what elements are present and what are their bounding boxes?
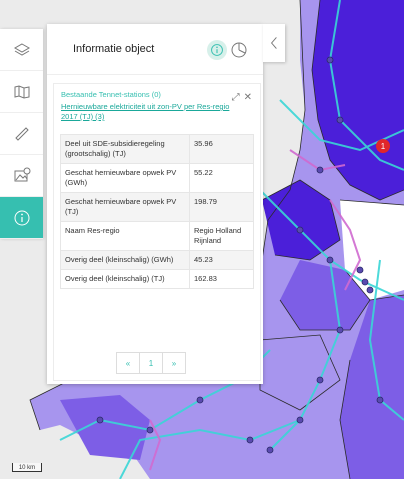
chevron-left-icon [270, 37, 277, 49]
map-book-button[interactable] [0, 71, 43, 113]
attr-label: Geschat hernieuwbare opwek PV (GWh) [60, 163, 190, 193]
table-row: Overig deel (kleinschalig) (GWh) 45.23 [60, 250, 254, 270]
resize-icon[interactable]: ⤢ [232, 92, 240, 103]
attr-value: 162.83 [189, 269, 254, 289]
table-row: Deel uit SDE-subsidieregeling (grootscha… [60, 134, 254, 164]
image-add-icon [14, 167, 30, 181]
pie-chart-icon[interactable] [230, 41, 248, 59]
layer-link[interactable]: Hernieuwbare elektriciteit uit zon-PV pe… [61, 102, 239, 122]
attr-value: 45.23 [189, 250, 254, 270]
attr-value: Regio Holland Rijnland [189, 221, 254, 251]
table-row: Overig deel (kleinschalig) (TJ) 162.83 [60, 269, 254, 289]
map-book-icon [14, 84, 29, 99]
info-mode-button[interactable] [207, 40, 227, 60]
pagination: « 1 » [116, 352, 186, 374]
attr-value: 198.79 [189, 192, 254, 222]
attr-label: Overig deel (kleinschalig) (GWh) [60, 250, 190, 270]
info-icon [14, 210, 29, 225]
close-icon[interactable]: ✕ [244, 92, 252, 103]
page-number[interactable]: 1 [140, 353, 163, 373]
attr-label: Geschat hernieuwbare opwek PV (TJ) [60, 192, 190, 222]
attr-value: 55.22 [189, 163, 254, 193]
table-row: Geschat hernieuwbare opwek PV (GWh) 55.22 [60, 163, 254, 193]
panel-title: Informatie object [73, 43, 155, 55]
image-add-button[interactable] [0, 155, 43, 197]
attr-label: Deel uit SDE-subsidieregeling (grootscha… [60, 134, 190, 164]
attr-label: Overig deel (kleinschalig) (TJ) [60, 269, 190, 289]
measure-button[interactable] [0, 113, 43, 155]
left-toolbar [0, 29, 43, 239]
layers-icon [13, 42, 30, 56]
attr-value: 35.96 [189, 134, 254, 164]
collapse-panel-button[interactable] [263, 24, 285, 62]
info-icon [211, 44, 223, 56]
table-row: Naam Res-regio Regio Holland Rijnland [60, 221, 254, 251]
ruler-icon [14, 126, 29, 141]
scale-label: 10 km [18, 465, 36, 471]
panel-header: Informatie object [47, 24, 263, 75]
layers-button[interactable] [0, 29, 43, 71]
table-row: Geschat hernieuwbare opwek PV (TJ) 198.79 [60, 192, 254, 222]
layer-substations[interactable]: Bestaande Tennet-stations (0) [61, 90, 161, 99]
next-page-button[interactable]: » [163, 353, 185, 373]
info-button[interactable] [0, 197, 43, 239]
prev-page-button[interactable]: « [117, 353, 140, 373]
feature-card: Bestaande Tennet-stations (0) Hernieuwba… [53, 83, 261, 381]
attribute-table: Deel uit SDE-subsidieregeling (grootscha… [60, 134, 254, 289]
card-actions: ⤢ ✕ [232, 92, 252, 103]
scale-bar: 10 km [12, 463, 42, 472]
attr-label: Naam Res-regio [60, 221, 190, 251]
map-badge-label: 1 [381, 142, 386, 151]
